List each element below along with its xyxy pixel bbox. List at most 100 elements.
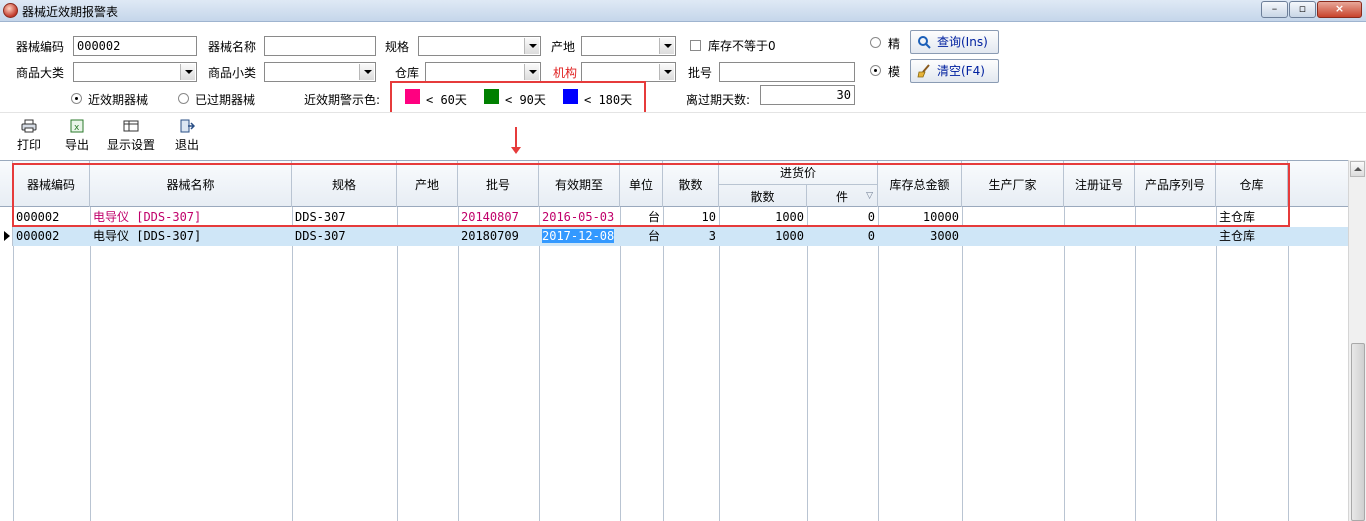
print-button[interactable]: 打印 bbox=[14, 119, 44, 153]
header-unit[interactable]: 单位 bbox=[620, 161, 663, 207]
header-name[interactable]: 器械名称 bbox=[90, 161, 292, 207]
expired-radio[interactable] bbox=[178, 93, 189, 104]
filter-panel: 器械编码 000002 器械名称 规格 产地 库存不等于0 精 查询(Ins) … bbox=[0, 22, 1366, 112]
cell-manufacturer[interactable] bbox=[962, 227, 1064, 246]
minimize-button[interactable]: – bbox=[1261, 1, 1288, 18]
subcategory-select[interactable] bbox=[264, 62, 376, 82]
query-button[interactable]: 查询(Ins) bbox=[910, 30, 999, 54]
cell-price-piece[interactable]: 0 bbox=[807, 208, 878, 227]
chevron-down-icon[interactable] bbox=[659, 64, 674, 80]
org-select[interactable] bbox=[581, 62, 676, 82]
excel-export-icon: x bbox=[70, 119, 84, 133]
cell-expiry-focused[interactable]: 2017-12-08 bbox=[539, 227, 620, 246]
cell-origin[interactable] bbox=[397, 208, 458, 227]
cell-code[interactable]: 000002 bbox=[13, 227, 90, 246]
batch-input[interactable] bbox=[719, 62, 855, 82]
header-expiry[interactable]: 有效期至 bbox=[539, 161, 620, 207]
cell-price-loose[interactable]: 1000 bbox=[719, 208, 807, 227]
header-total-amount[interactable]: 库存总金额 bbox=[878, 161, 962, 207]
cell-spec[interactable]: DDS-307 bbox=[292, 208, 397, 227]
cell-expiry[interactable]: 2016-05-03 bbox=[539, 208, 620, 227]
chevron-down-icon[interactable] bbox=[659, 38, 674, 54]
cell-qty[interactable]: 10 bbox=[663, 208, 719, 227]
table-row-selected[interactable]: 000002 电导仪 [DDS-307] DDS-307 20180709 20… bbox=[0, 227, 1348, 246]
header-batch[interactable]: 批号 bbox=[458, 161, 539, 207]
near-expiry-radio[interactable] bbox=[71, 93, 82, 104]
cell-warehouse[interactable]: 主仓库 bbox=[1216, 227, 1288, 246]
broom-icon bbox=[917, 64, 930, 78]
header-purchase-price: 进货价 bbox=[719, 161, 878, 184]
category-select[interactable] bbox=[73, 62, 197, 82]
cell-manufacturer[interactable] bbox=[962, 208, 1064, 227]
cell-price-loose[interactable]: 1000 bbox=[719, 227, 807, 246]
scroll-thumb[interactable] bbox=[1351, 343, 1365, 521]
header-reg-no[interactable]: 注册证号 bbox=[1064, 161, 1135, 207]
stock-not-zero-checkbox[interactable] bbox=[690, 40, 701, 51]
vertical-scrollbar[interactable] bbox=[1348, 160, 1366, 521]
close-button[interactable]: × bbox=[1317, 1, 1362, 18]
spec-select[interactable] bbox=[418, 36, 541, 56]
export-button[interactable]: x 导出 bbox=[62, 119, 92, 153]
chevron-down-icon[interactable] bbox=[180, 64, 195, 80]
warehouse-select[interactable] bbox=[425, 62, 541, 82]
clear-button[interactable]: 清空(F4) bbox=[910, 59, 999, 83]
subcategory-label: 商品小类 bbox=[208, 66, 257, 80]
header-warehouse[interactable]: 仓库 bbox=[1216, 161, 1288, 207]
scroll-up-button[interactable] bbox=[1350, 161, 1365, 177]
cell-total-amount[interactable]: 10000 bbox=[878, 208, 962, 227]
cell-name[interactable]: 电导仪 [DDS-307] bbox=[90, 227, 292, 246]
cell-reg-no[interactable] bbox=[1064, 208, 1135, 227]
chevron-down-icon[interactable] bbox=[359, 64, 374, 80]
org-label: 机构 bbox=[553, 66, 578, 80]
cell-serial[interactable] bbox=[1135, 227, 1216, 246]
header-qty[interactable]: 散数 bbox=[663, 161, 719, 207]
header-manufacturer[interactable]: 生产厂家 bbox=[962, 161, 1064, 207]
header-code[interactable]: 器械编码 bbox=[13, 161, 90, 207]
cell-batch[interactable]: 20140807 bbox=[458, 208, 539, 227]
fuzzy-match-radio[interactable] bbox=[870, 65, 881, 76]
cell-price-piece[interactable]: 0 bbox=[807, 227, 878, 246]
days-to-expiry-label: 离过期天数: bbox=[686, 93, 751, 107]
header-price-loose[interactable]: 散数 bbox=[719, 185, 807, 207]
table-row[interactable]: 000002 电导仪 [DDS-307] DDS-307 20140807 20… bbox=[0, 208, 1348, 227]
cell-code[interactable]: 000002 bbox=[13, 208, 90, 227]
cell-reg-no[interactable] bbox=[1064, 227, 1135, 246]
expiry-grid[interactable]: 器械编码 器械名称 规格 产地 批号 有效期至 单位 散数 进货价 散数 件 ▽… bbox=[0, 160, 1348, 521]
device-name-label: 器械名称 bbox=[208, 40, 257, 54]
header-spec[interactable]: 规格 bbox=[292, 161, 397, 207]
exact-match-radio[interactable] bbox=[870, 37, 881, 48]
header-price-piece[interactable]: 件 ▽ bbox=[807, 185, 878, 207]
cell-spec[interactable]: DDS-307 bbox=[292, 227, 397, 246]
cell-qty[interactable]: 3 bbox=[663, 227, 719, 246]
cell-name[interactable]: 电导仪 [DDS-307] bbox=[90, 208, 292, 227]
device-code-input[interactable]: 000002 bbox=[73, 36, 197, 56]
origin-label: 产地 bbox=[551, 40, 576, 54]
title-bar: 器械近效期报警表 – ▫ × bbox=[0, 0, 1366, 22]
cell-unit[interactable]: 台 bbox=[620, 227, 663, 246]
display-settings-button[interactable]: 显示设置 bbox=[104, 119, 158, 153]
filter-icon[interactable]: ▽ bbox=[866, 191, 873, 201]
legend-annotation-box bbox=[390, 81, 646, 116]
restore-button[interactable]: ▫ bbox=[1289, 1, 1316, 18]
row-indicator[interactable] bbox=[0, 208, 13, 227]
cell-origin[interactable] bbox=[397, 227, 458, 246]
chevron-down-icon[interactable] bbox=[524, 38, 539, 54]
window-title: 器械近效期报警表 bbox=[22, 5, 119, 19]
row-indicator[interactable] bbox=[0, 227, 13, 246]
fuzzy-match-label: 模 bbox=[888, 65, 901, 79]
exit-button[interactable]: 退出 bbox=[172, 119, 202, 153]
header-serial[interactable]: 产品序列号 bbox=[1135, 161, 1216, 207]
device-name-input[interactable] bbox=[264, 36, 376, 56]
chevron-down-icon[interactable] bbox=[524, 64, 539, 80]
cell-total-amount[interactable]: 3000 bbox=[878, 227, 962, 246]
cell-batch[interactable]: 20180709 bbox=[458, 227, 539, 246]
exit-label: 退出 bbox=[174, 138, 199, 152]
header-origin[interactable]: 产地 bbox=[397, 161, 458, 207]
origin-select[interactable] bbox=[581, 36, 676, 56]
cell-unit[interactable]: 台 bbox=[620, 208, 663, 227]
cell-warehouse[interactable]: 主仓库 bbox=[1216, 208, 1288, 227]
days-to-expiry-input[interactable]: 30 bbox=[760, 85, 855, 105]
cell-serial[interactable] bbox=[1135, 208, 1216, 227]
table-settings-icon bbox=[123, 120, 139, 132]
warehouse-label: 仓库 bbox=[395, 66, 420, 80]
